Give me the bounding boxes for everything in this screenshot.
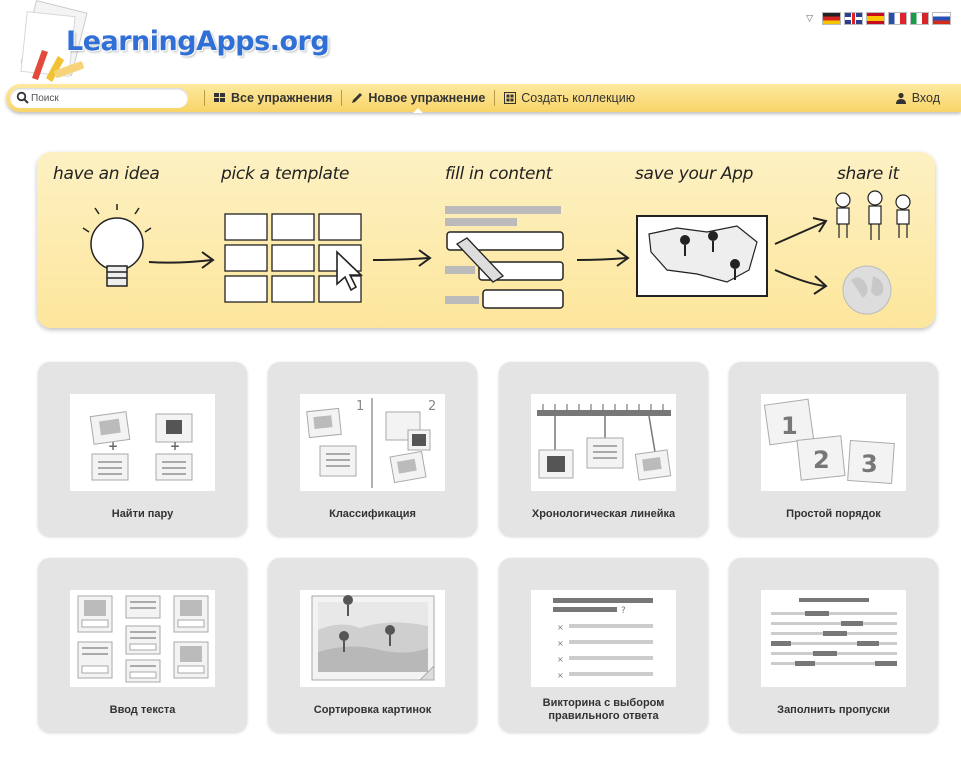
svg-text:?: ? bbox=[621, 606, 626, 616]
search-icon bbox=[16, 91, 29, 104]
text-input-icon bbox=[77, 595, 209, 683]
flag-fr-icon[interactable] bbox=[888, 12, 907, 25]
template-grid-icon bbox=[224, 213, 363, 303]
svg-text:2: 2 bbox=[813, 446, 830, 474]
svg-text:+: + bbox=[108, 439, 118, 453]
active-tab-marker bbox=[413, 108, 424, 113]
tile-label: Классификация bbox=[329, 507, 416, 520]
banner-step-template: pick a template bbox=[221, 164, 350, 184]
tile-preview bbox=[761, 590, 906, 687]
tile-label: Хронологическая линейка bbox=[531, 507, 676, 520]
simple-order-icon: 1 2 3 bbox=[763, 398, 895, 485]
template-tile-image-sorting[interactable]: Сортировка картинок bbox=[268, 558, 477, 732]
template-tile-simple-order[interactable]: 1 2 3 Простой порядок bbox=[729, 362, 938, 536]
language-selector: ▽ bbox=[806, 12, 951, 25]
flag-es-icon[interactable] bbox=[866, 12, 885, 25]
main-navbar: Все упражнения Новое упражнение Создать … bbox=[6, 84, 961, 113]
tile-preview bbox=[70, 590, 215, 687]
banner-step-share: share it bbox=[837, 164, 899, 184]
site-logo[interactable]: LearningApps.org bbox=[66, 26, 330, 57]
template-tile-multiple-choice[interactable]: ? × × × × Викторина с выбором правильного о… bbox=[499, 558, 708, 732]
chevron-down-icon[interactable]: ▽ bbox=[806, 13, 813, 24]
tile-preview bbox=[300, 590, 445, 687]
nav-create-collection[interactable]: Создать коллекцию bbox=[495, 84, 644, 112]
group-assignment-icon: 1 2 bbox=[306, 398, 436, 488]
svg-text:×: × bbox=[557, 623, 564, 632]
banner-step-idea: have an idea bbox=[53, 164, 160, 184]
tile-label: Викторина с выбором правильного ответа bbox=[542, 697, 665, 722]
multiple-choice-icon: ? × × × × bbox=[553, 598, 653, 680]
svg-text:1: 1 bbox=[781, 412, 798, 440]
svg-text:×: × bbox=[557, 671, 564, 680]
tile-preview bbox=[531, 394, 676, 491]
form-content-icon bbox=[445, 206, 564, 309]
fill-blanks-icon bbox=[771, 598, 897, 666]
tile-preview: 1 2 bbox=[300, 394, 445, 491]
tile-preview: + + bbox=[70, 394, 215, 491]
image-sorting-icon bbox=[311, 595, 435, 681]
nav-all-exercises[interactable]: Все упражнения bbox=[205, 84, 341, 112]
flag-it-icon[interactable] bbox=[910, 12, 929, 25]
collection-icon bbox=[504, 92, 517, 104]
template-tile-group-assignment[interactable]: 1 2 Классификация bbox=[268, 362, 477, 536]
template-tile-matching-pairs[interactable]: + + Найти пару bbox=[38, 362, 247, 536]
map-app-icon bbox=[636, 215, 768, 297]
flag-ru-icon[interactable] bbox=[932, 12, 951, 25]
tile-label: Простой порядок bbox=[786, 507, 881, 520]
search-box bbox=[10, 88, 188, 108]
svg-text:+: + bbox=[170, 439, 180, 453]
flag-de-icon[interactable] bbox=[822, 12, 841, 25]
banner-step-save: save your App bbox=[635, 164, 754, 184]
tile-label: Ввод текста bbox=[109, 703, 176, 716]
svg-text:×: × bbox=[557, 639, 564, 648]
pencil-icon bbox=[352, 93, 363, 103]
svg-text:3: 3 bbox=[861, 450, 878, 478]
template-tile-text-input[interactable]: Ввод текста bbox=[38, 558, 247, 732]
banner-step-content: fill in content bbox=[445, 164, 553, 184]
tile-preview: ? × × × × bbox=[531, 590, 676, 687]
search-input[interactable] bbox=[31, 92, 171, 104]
people-icon bbox=[835, 190, 911, 240]
template-tile-fill-blanks[interactable]: Заполнить пропуски bbox=[729, 558, 938, 732]
nav-new-exercise[interactable]: Новое упражнение bbox=[342, 84, 494, 113]
template-tile-timeline[interactable]: Хронологическая линейка bbox=[499, 362, 708, 536]
nav-create-collection-label: Создать коллекцию bbox=[521, 91, 636, 105]
timeline-icon bbox=[537, 404, 672, 481]
nav-new-exercise-label: Новое упражнение bbox=[368, 91, 486, 105]
how-it-works-banner: have an idea pick a template fill in con… bbox=[37, 152, 935, 328]
tile-label: Заполнить пропуски bbox=[777, 703, 890, 716]
login-label: Вход bbox=[911, 91, 940, 105]
lightbulb-icon bbox=[82, 204, 152, 287]
grid-icon bbox=[214, 93, 225, 102]
svg-text:2: 2 bbox=[428, 399, 436, 414]
tile-label: Найти пару bbox=[111, 507, 174, 520]
user-icon bbox=[895, 92, 906, 104]
matching-pairs-icon: + + bbox=[89, 411, 193, 481]
svg-text:1: 1 bbox=[356, 399, 364, 414]
flag-en-icon[interactable] bbox=[844, 12, 863, 25]
login-button[interactable]: Вход bbox=[886, 84, 949, 112]
globe-icon bbox=[842, 265, 892, 315]
nav-all-exercises-label: Все упражнения bbox=[231, 91, 333, 105]
tile-preview: 1 2 3 bbox=[761, 394, 906, 491]
tile-label: Сортировка картинок bbox=[313, 703, 432, 716]
svg-text:×: × bbox=[557, 655, 564, 664]
